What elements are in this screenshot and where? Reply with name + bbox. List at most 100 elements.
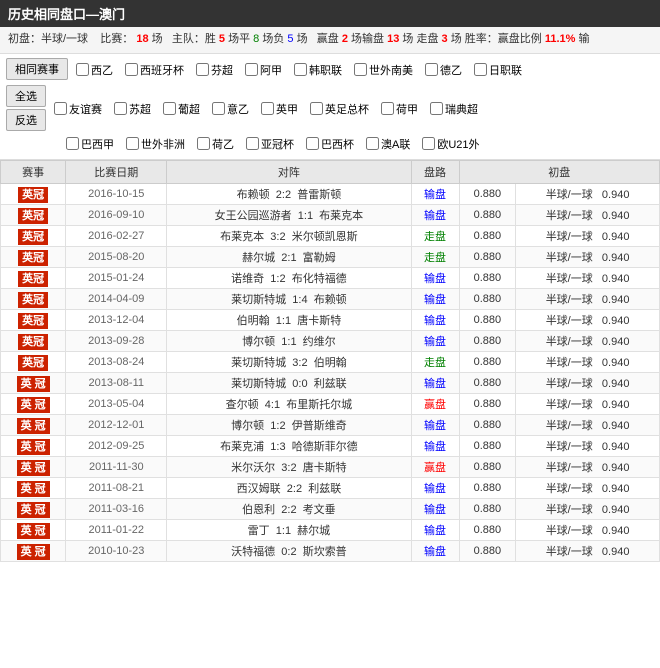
checkbox-yachan[interactable]: 亚冠杯 xyxy=(246,136,294,152)
league-badge: 英 冠 xyxy=(17,523,50,539)
filter-row-3: 巴西甲 世外非洲 荷乙 亚冠杯 巴西杯 澳A联 欧U21外 xyxy=(6,136,654,152)
cell-status[interactable]: 输盘 xyxy=(411,309,459,330)
checkbox-shiwainem[interactable]: 世外南美 xyxy=(354,62,413,78)
table-row: 英 冠 2010-10-23 沃特福德 0:2 斯坎索普 输盘 0.880 半球… xyxy=(1,540,660,561)
checkbox-row-1: 西乙 西班牙杯 芬超 阿甲 韩职联 世外南美 德乙 日职联 xyxy=(76,62,654,78)
cell-date: 2013-08-11 xyxy=(66,372,167,393)
cell-handicap: 0.880 xyxy=(459,477,516,498)
cell-status[interactable]: 走盘 xyxy=(411,225,459,246)
checkbox-rizhi[interactable]: 日职联 xyxy=(474,62,522,78)
cell-league: 英 冠 xyxy=(1,372,66,393)
select-all-button[interactable]: 全选 xyxy=(6,85,46,107)
similar-matches-button[interactable]: 相同赛事 xyxy=(6,58,68,80)
stats-win: 5 xyxy=(219,33,225,45)
button-group: 相同赛事 xyxy=(6,58,68,82)
checkbox-hejia[interactable]: 荷甲 xyxy=(381,101,418,117)
status-label[interactable]: 输盘 xyxy=(424,189,446,201)
status-label[interactable]: 输盘 xyxy=(424,546,446,558)
cell-status[interactable]: 走盘 xyxy=(411,351,459,372)
filter-row-2: 全选 反选 友谊赛 苏超 葡超 意乙 英甲 英足总杯 荷甲 瑞典超 xyxy=(6,85,654,133)
cell-status[interactable]: 输盘 xyxy=(411,183,459,204)
status-label[interactable]: 输盘 xyxy=(424,315,446,327)
stats-label1: 初盘：半球/一球 xyxy=(8,33,88,45)
header-date: 比赛日期 xyxy=(66,160,167,183)
cell-status[interactable]: 输盘 xyxy=(411,519,459,540)
cell-status[interactable]: 输盘 xyxy=(411,267,459,288)
status-label[interactable]: 赢盘 xyxy=(424,462,446,474)
league-badge: 英 冠 xyxy=(17,544,50,560)
checkbox-hanzhi[interactable]: 韩职联 xyxy=(294,62,342,78)
status-label[interactable]: 输盘 xyxy=(424,504,446,516)
checkbox-sucao[interactable]: 芬超 xyxy=(196,62,233,78)
cell-status[interactable]: 输盘 xyxy=(411,540,459,561)
cell-status[interactable]: 赢盘 xyxy=(411,456,459,477)
status-label[interactable]: 走盘 xyxy=(424,252,446,264)
cell-date: 2010-10-23 xyxy=(66,540,167,561)
status-label[interactable]: 输盘 xyxy=(424,525,446,537)
checkbox-baxijia[interactable]: 巴西甲 xyxy=(66,136,114,152)
table-row: 英 冠 2012-09-25 布莱克浦 1:3 哈德斯菲尔德 输盘 0.880 … xyxy=(1,435,660,456)
cell-status[interactable]: 输盘 xyxy=(411,498,459,519)
cell-match: 沃特福德 0:2 斯坎索普 xyxy=(167,540,411,561)
checkbox-yingzucup[interactable]: 英足总杯 xyxy=(310,101,369,117)
checkbox-xiyi[interactable]: 西乙 xyxy=(76,62,113,78)
cell-status[interactable]: 走盘 xyxy=(411,246,459,267)
cell-date: 2014-04-09 xyxy=(66,288,167,309)
stats-label3: 场 xyxy=(152,33,163,45)
cell-status[interactable]: 输盘 xyxy=(411,204,459,225)
checkbox-heyi[interactable]: 荷乙 xyxy=(197,136,234,152)
cell-league: 英 冠 xyxy=(1,393,66,414)
cell-initial: 半球/一球 0.940 xyxy=(516,540,660,561)
cell-status[interactable]: 输盘 xyxy=(411,372,459,393)
checkbox-baxicup[interactable]: 巴西杯 xyxy=(306,136,354,152)
status-label[interactable]: 赢盘 xyxy=(424,399,446,411)
cell-initial: 半球/一球 0.940 xyxy=(516,267,660,288)
checkbox-xibanyacup[interactable]: 西班牙杯 xyxy=(125,62,184,78)
cell-status[interactable]: 输盘 xyxy=(411,414,459,435)
cell-date: 2012-09-25 xyxy=(66,435,167,456)
cell-league: 英冠 xyxy=(1,330,66,351)
stats-label7: 场 xyxy=(297,33,308,45)
checkbox-aolian[interactable]: 澳A联 xyxy=(366,136,410,152)
checkbox-yingjia[interactable]: 英甲 xyxy=(261,101,298,117)
league-badge: 英 冠 xyxy=(17,502,50,518)
checkbox-sucao2[interactable]: 苏超 xyxy=(114,101,151,117)
checkbox-pucao[interactable]: 葡超 xyxy=(163,101,200,117)
status-label[interactable]: 走盘 xyxy=(424,357,446,369)
cell-status[interactable]: 输盘 xyxy=(411,288,459,309)
table-row: 英 冠 2011-11-30 米尔沃尔 3:2 唐卡斯特 赢盘 0.880 半球… xyxy=(1,456,660,477)
status-label[interactable]: 输盘 xyxy=(424,483,446,495)
cell-status[interactable]: 赢盘 xyxy=(411,393,459,414)
cell-status[interactable]: 输盘 xyxy=(411,435,459,456)
cell-match: 博尔顿 1:2 伊普斯维奇 xyxy=(167,414,411,435)
cell-status[interactable]: 输盘 xyxy=(411,330,459,351)
cell-date: 2016-02-27 xyxy=(66,225,167,246)
cell-date: 2013-05-04 xyxy=(66,393,167,414)
status-label[interactable]: 输盘 xyxy=(424,420,446,432)
checkbox-ruidian[interactable]: 瑞典超 xyxy=(430,101,478,117)
status-label[interactable]: 输盘 xyxy=(424,210,446,222)
cell-league: 英 冠 xyxy=(1,435,66,456)
cell-initial: 半球/一球 0.940 xyxy=(516,519,660,540)
checkbox-ou21[interactable]: 欧U21外 xyxy=(422,136,479,152)
invert-button[interactable]: 反选 xyxy=(6,109,46,131)
table-row: 英 冠 2013-08-11 莱切斯特城 0:0 利兹联 输盘 0.880 半球… xyxy=(1,372,660,393)
checkbox-yiyi[interactable]: 意乙 xyxy=(212,101,249,117)
cell-initial: 半球/一球 0.940 xyxy=(516,435,660,456)
cell-status[interactable]: 输盘 xyxy=(411,477,459,498)
cell-date: 2011-01-22 xyxy=(66,519,167,540)
status-label[interactable]: 输盘 xyxy=(424,294,446,306)
status-label[interactable]: 输盘 xyxy=(424,336,446,348)
status-label[interactable]: 输盘 xyxy=(424,273,446,285)
status-label[interactable]: 走盘 xyxy=(424,231,446,243)
status-label[interactable]: 输盘 xyxy=(424,378,446,390)
cell-handicap: 0.880 xyxy=(459,267,516,288)
checkbox-shiwaifeiz[interactable]: 世外非洲 xyxy=(126,136,185,152)
button-group-2: 全选 反选 xyxy=(6,85,46,133)
checkbox-youyisai[interactable]: 友谊赛 xyxy=(54,101,102,117)
checkbox-deyi[interactable]: 德乙 xyxy=(425,62,462,78)
league-badge: 英冠 xyxy=(18,355,48,371)
cell-initial: 半球/一球 0.940 xyxy=(516,351,660,372)
checkbox-ajia[interactable]: 阿甲 xyxy=(245,62,282,78)
status-label[interactable]: 输盘 xyxy=(424,441,446,453)
